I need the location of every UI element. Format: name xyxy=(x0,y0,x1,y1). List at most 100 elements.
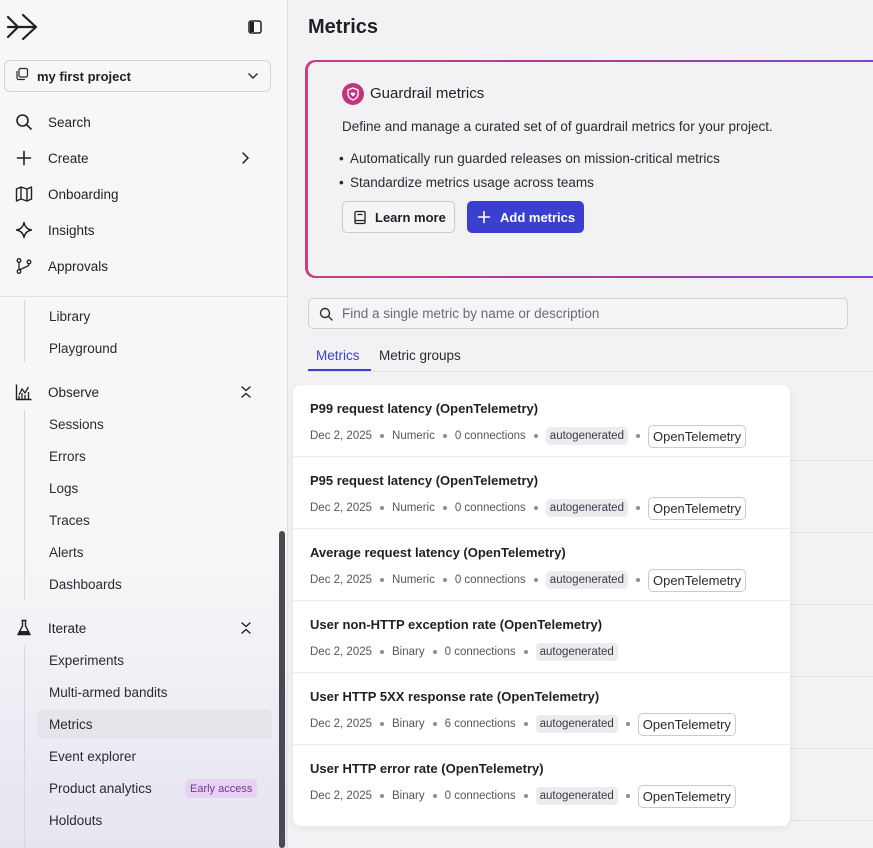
metric-kind: Binary xyxy=(392,790,425,802)
autogenerated-tag: autogenerated xyxy=(535,643,618,661)
plus-icon xyxy=(477,210,491,224)
source-tag: OpenTelemetry xyxy=(647,496,747,520)
sidebar-item-metrics[interactable]: Metrics xyxy=(37,710,272,739)
separator-dot xyxy=(635,434,640,438)
logo-arrow-icon[interactable] xyxy=(6,12,38,42)
nav-create[interactable]: Create xyxy=(14,143,272,173)
metric-kind: Numeric xyxy=(392,430,435,442)
tab-metric-groups[interactable]: Metric groups xyxy=(379,348,461,372)
background-row-divider xyxy=(788,820,873,821)
metric-meta: Dec 2, 2025 Binary 6 connections autogen… xyxy=(310,712,736,736)
metric-row[interactable]: P99 request latency (OpenTelemetry) Dec … xyxy=(293,385,790,457)
metric-list-popup: P99 request latency (OpenTelemetry) Dec … xyxy=(293,385,790,826)
sidebar: my first project Search Create Onboardin… xyxy=(0,0,288,848)
nav-label: Search xyxy=(48,114,91,130)
sidebar-item-playground[interactable]: Playground xyxy=(37,334,272,363)
sidebar-item-library[interactable]: Library xyxy=(37,302,272,331)
sidebar-item-alerts[interactable]: Alerts xyxy=(37,538,272,567)
add-metrics-button[interactable]: Add metrics xyxy=(467,201,584,233)
autogenerated-tag: autogenerated xyxy=(545,427,628,445)
nav-label: Create xyxy=(48,150,89,166)
autogenerated-tag: autogenerated xyxy=(535,715,618,733)
guardrail-bullet: Standardize metrics usage across teams xyxy=(339,175,594,190)
book-icon xyxy=(353,210,367,225)
metric-name: User non-HTTP exception rate (OpenTeleme… xyxy=(310,617,603,632)
separator-dot xyxy=(523,722,528,726)
background-row-divider xyxy=(788,748,873,749)
sidebar-item-traces[interactable]: Traces xyxy=(37,506,272,535)
nav-search[interactable]: Search xyxy=(14,107,272,137)
metric-search[interactable] xyxy=(308,298,848,329)
collapse-chevrons-icon xyxy=(240,385,252,402)
flask-icon xyxy=(14,618,34,638)
sidebar-item-event-explorer[interactable]: Event explorer xyxy=(37,742,272,771)
source-tag: OpenTelemetry xyxy=(637,784,736,808)
background-row-divider xyxy=(788,532,873,533)
sidebar-item-experiments[interactable]: Experiments xyxy=(37,646,272,675)
separator-dot xyxy=(523,650,528,654)
project-selector[interactable]: my first project xyxy=(4,60,271,92)
nav-onboarding[interactable]: Onboarding xyxy=(14,179,272,209)
separator-dot xyxy=(523,794,528,798)
metric-kind: Numeric xyxy=(392,502,435,514)
page-title: Metrics xyxy=(308,16,379,38)
sidebar-item-errors[interactable]: Errors xyxy=(37,442,272,471)
nav-label: Approvals xyxy=(48,258,109,274)
nav-approvals[interactable]: Approvals xyxy=(14,251,272,281)
metric-kind: Binary xyxy=(392,646,425,658)
separator-dot xyxy=(380,650,385,654)
metric-meta: Dec 2, 2025 Numeric 0 connections autoge… xyxy=(310,568,747,592)
nav-insights[interactable]: Insights xyxy=(14,215,272,245)
separator-dot xyxy=(533,434,538,438)
separator-dot xyxy=(635,578,640,582)
sidebar-item-sessions[interactable]: Sessions xyxy=(37,410,272,439)
metric-kind: Binary xyxy=(392,718,425,730)
learn-more-button[interactable]: Learn more xyxy=(342,201,455,233)
separator-dot xyxy=(635,506,640,510)
metric-meta: Dec 2, 2025 Binary 0 connections autogen… xyxy=(310,640,618,664)
separator-dot xyxy=(442,578,447,582)
separator-dot xyxy=(380,506,385,510)
metric-date: Dec 2, 2025 xyxy=(310,646,373,658)
guardrail-description: Define and manage a curated set of of gu… xyxy=(342,119,773,134)
learn-more-label: Learn more xyxy=(375,209,446,225)
metric-connections: 0 connections xyxy=(454,574,526,586)
metric-name: P99 request latency (OpenTelemetry) xyxy=(310,401,539,416)
tree-line xyxy=(24,410,25,600)
sidebar-item-multi-armed-bandits[interactable]: Multi-armed bandits xyxy=(37,678,272,707)
metric-date: Dec 2, 2025 xyxy=(310,430,373,442)
section-observe[interactable]: Observe xyxy=(14,377,272,407)
metric-row[interactable]: User non-HTTP exception rate (OpenTeleme… xyxy=(293,601,790,673)
metric-meta: Dec 2, 2025 Binary 0 connections autogen… xyxy=(310,784,736,808)
sidebar-collapse-icon[interactable] xyxy=(247,19,263,35)
separator-dot xyxy=(442,434,447,438)
separator-dot xyxy=(442,506,447,510)
nav-label: Insights xyxy=(48,222,95,238)
metric-row[interactable]: User HTTP error rate (OpenTelemetry) Dec… xyxy=(293,745,790,817)
metric-row[interactable]: P95 request latency (OpenTelemetry) Dec … xyxy=(293,457,790,529)
sidebar-item-holdouts[interactable]: Holdouts xyxy=(37,806,272,835)
section-iterate[interactable]: Iterate xyxy=(14,613,272,643)
metric-date: Dec 2, 2025 xyxy=(310,502,373,514)
chevron-right-icon xyxy=(238,150,252,169)
search-icon xyxy=(14,112,34,132)
nav-label: Onboarding xyxy=(48,186,119,202)
metric-search-input[interactable] xyxy=(342,306,822,321)
metric-row[interactable]: User HTTP 5XX response rate (OpenTelemet… xyxy=(293,673,790,745)
section-label: Iterate xyxy=(48,620,87,636)
metric-name: Average request latency (OpenTelemetry) xyxy=(310,545,566,560)
separator-dot xyxy=(380,722,385,726)
metric-row[interactable]: Average request latency (OpenTelemetry) … xyxy=(293,529,790,601)
separator-dot xyxy=(533,506,538,510)
sidebar-scrollbar[interactable] xyxy=(279,531,285,848)
metric-date: Dec 2, 2025 xyxy=(310,718,373,730)
early-access-badge: Early access xyxy=(185,779,258,798)
metric-connections: 0 connections xyxy=(454,502,526,514)
tree-line xyxy=(24,646,25,848)
sidebar-item-logs[interactable]: Logs xyxy=(37,474,272,503)
separator-dot xyxy=(625,722,630,726)
sidebar-item-dashboards[interactable]: Dashboards xyxy=(37,570,272,599)
metric-date: Dec 2, 2025 xyxy=(310,574,373,586)
tabs-divider xyxy=(308,371,873,372)
add-metrics-label: Add metrics xyxy=(500,209,576,225)
